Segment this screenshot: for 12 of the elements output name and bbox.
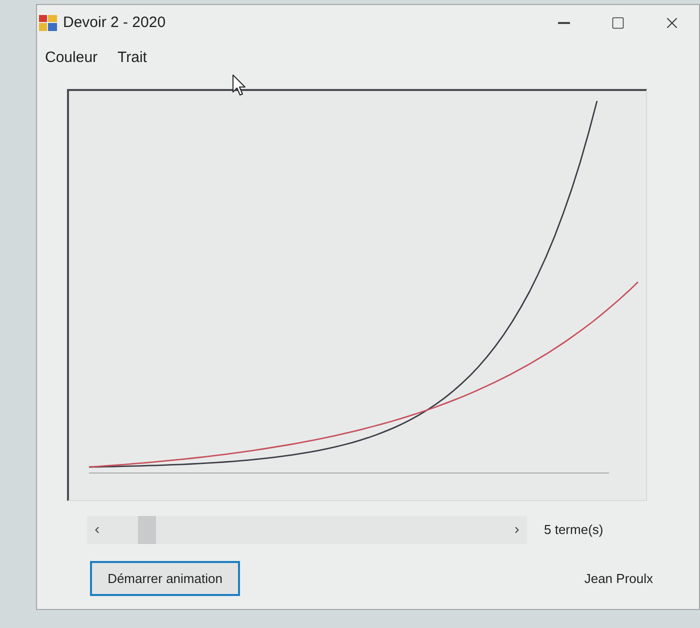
terms-count-label: 5 terme(s) [544,521,604,540]
app-logo-icon [39,15,57,31]
cursor-icon [232,74,246,96]
menu-item[interactable]: Couleur [37,46,106,70]
start-animation-button[interactable]: Démarrer animation [90,561,240,596]
scrollbar-thumb[interactable] [138,516,156,544]
maximize-icon [611,16,625,30]
window-title: Devoir 2 - 2020 [63,12,166,33]
menu-item[interactable]: Trait [110,46,155,70]
author-label: Jean Proulx [584,570,653,588]
scrollbar-track[interactable] [87,516,527,544]
minimize-icon [558,22,570,24]
